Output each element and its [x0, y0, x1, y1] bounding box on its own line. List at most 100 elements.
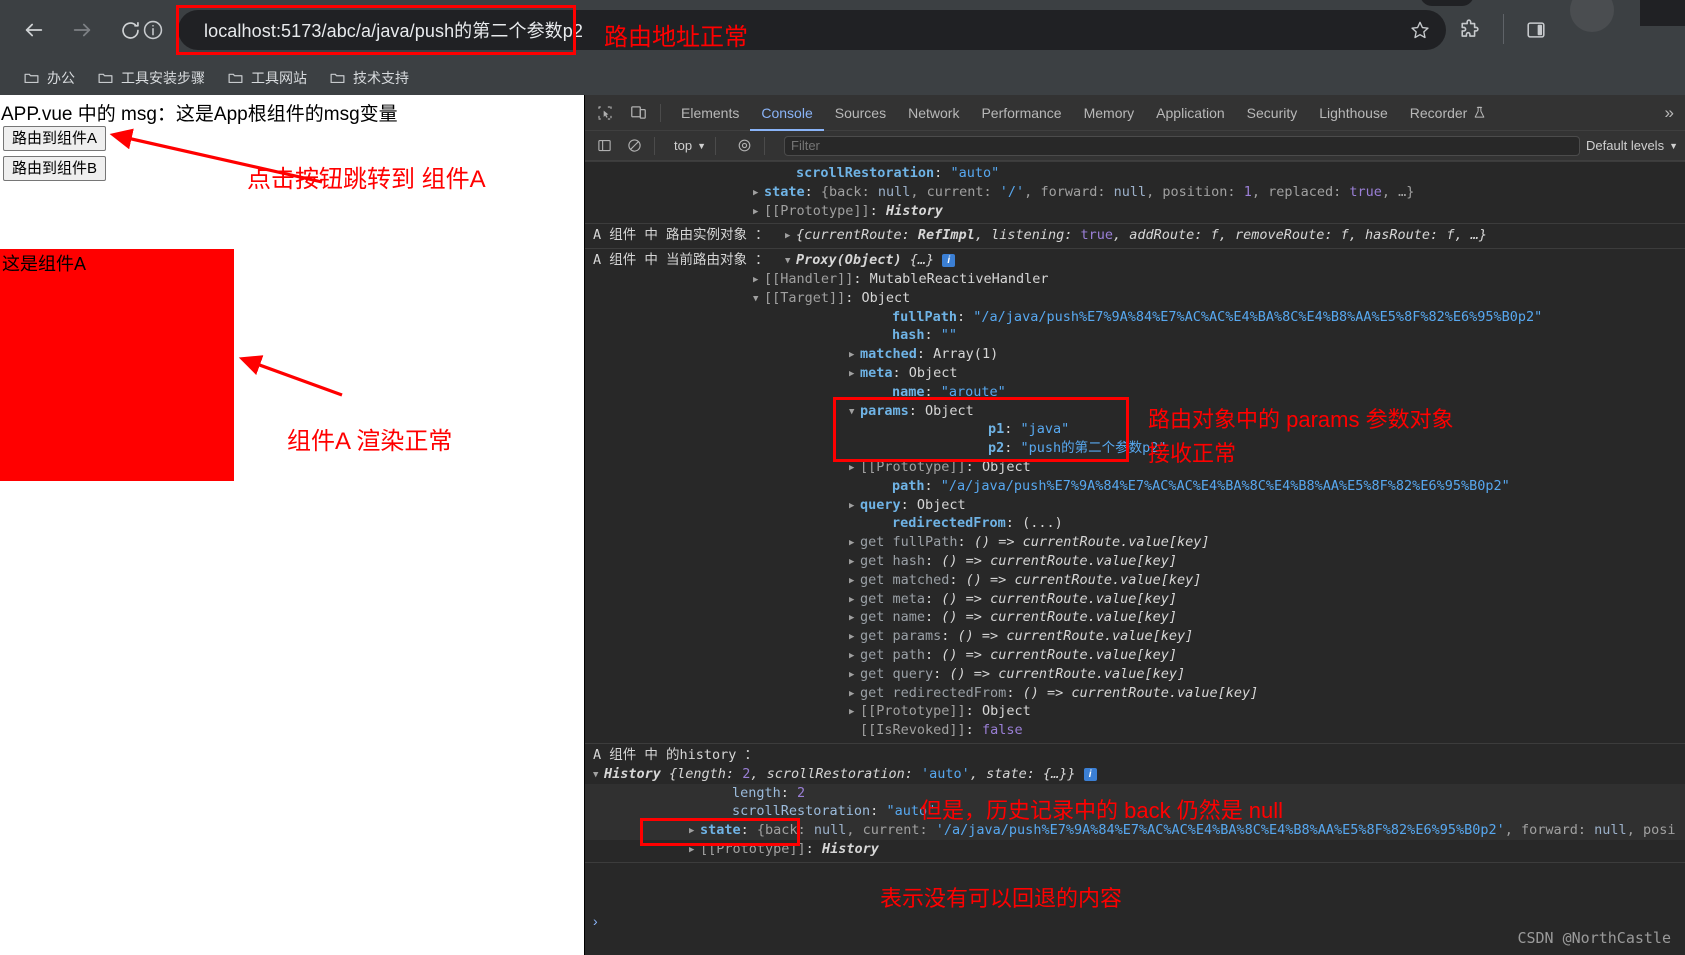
tab-security[interactable]: Security: [1236, 95, 1309, 131]
console-line[interactable]: get redirectedFrom: () => currentRoute.v…: [585, 684, 1685, 703]
collapse-triangle-icon[interactable]: [849, 647, 860, 666]
inspect-element-icon[interactable]: [592, 100, 618, 126]
console-line[interactable]: get fullPath: () => currentRoute.value[k…: [585, 533, 1685, 552]
console-line[interactable]: get hash: () => currentRoute.value[key]: [585, 552, 1685, 571]
console-line[interactable]: meta: Object: [585, 364, 1685, 383]
console-line[interactable]: [[Prototype]]: History: [585, 840, 1685, 859]
tab-elements[interactable]: Elements: [670, 95, 750, 131]
expand-triangle-icon[interactable]: [753, 290, 764, 309]
collapse-triangle-icon[interactable]: [849, 497, 860, 516]
execution-context-select[interactable]: top ▼: [674, 138, 706, 153]
collapse-triangle-icon[interactable]: [849, 572, 860, 591]
console-line[interactable]: p2: "push的第二个参数p2": [585, 439, 1685, 458]
console-line[interactable]: [[Handler]]: MutableReactiveHandler: [585, 270, 1685, 289]
console-line[interactable]: scrollRestoration: "auto": [585, 802, 1685, 822]
collapse-triangle-icon[interactable]: [689, 822, 700, 841]
console-line[interactable]: state: {back: null, current: '/', forwar…: [585, 183, 1685, 202]
tab-memory[interactable]: Memory: [1073, 95, 1146, 131]
collapse-triangle-icon[interactable]: [753, 271, 764, 290]
address-bar-text[interactable]: localhost:5173/abc/a/java/push的第二个参数p2: [204, 17, 583, 43]
collapse-triangle-icon[interactable]: [849, 459, 860, 478]
bookmark-item-1[interactable]: 工具安装步骤: [88, 65, 214, 91]
console-line[interactable]: get matched: () => currentRoute.value[ke…: [585, 571, 1685, 590]
log-levels-select[interactable]: Default levels ▼: [1586, 138, 1678, 153]
console-group[interactable]: A 组件 中 当前路由对象 ： Proxy(Object) {…} i [[Hand…: [585, 249, 1685, 744]
collapse-triangle-icon[interactable]: [849, 703, 860, 722]
device-toolbar-icon[interactable]: [625, 100, 651, 126]
console-group[interactable]: A 组件 中 的history ：History {length: 2, scr…: [585, 744, 1685, 863]
console-line[interactable]: fullPath: "/a/java/push%E7%9A%84%E7%AC%A…: [585, 308, 1685, 327]
clear-console-button[interactable]: [623, 135, 645, 157]
console-line[interactable]: state: {back: null, current: '/a/java/pu…: [585, 821, 1685, 840]
collapse-triangle-icon[interactable]: [849, 628, 860, 647]
console-line[interactable]: redirectedFrom: (...): [585, 514, 1685, 533]
console-line[interactable]: A 组件 中 路由实例对象 ： {currentRoute: RefImpl, l…: [585, 226, 1685, 245]
console-line[interactable]: query: Object: [585, 496, 1685, 515]
console-line[interactable]: get params: () => currentRoute.value[key…: [585, 627, 1685, 646]
console-token: :: [861, 183, 878, 200]
console-line[interactable]: A 组件 中 的history ：: [585, 746, 1685, 765]
tab-recorder[interactable]: Recorder: [1399, 95, 1498, 131]
console-line[interactable]: scrollRestoration: "auto": [585, 164, 1685, 183]
collapse-triangle-icon[interactable]: [849, 685, 860, 704]
collapse-triangle-icon[interactable]: [849, 609, 860, 628]
console-line[interactable]: name: "aroute": [585, 383, 1685, 402]
tab-console[interactable]: Console: [750, 95, 823, 131]
side-panel-button[interactable]: [1525, 19, 1547, 41]
console-line[interactable]: matched: Array(1): [585, 345, 1685, 364]
site-info-icon[interactable]: [142, 19, 164, 41]
console-filter-input[interactable]: [784, 135, 1581, 156]
console-line[interactable]: [[Prototype]]: History: [585, 202, 1685, 221]
console-line[interactable]: p1: "java": [585, 420, 1685, 439]
collapse-triangle-icon[interactable]: [849, 591, 860, 610]
expand-triangle-icon[interactable]: [785, 252, 796, 271]
collapse-triangle-icon[interactable]: [785, 227, 796, 246]
expand-triangle-icon[interactable]: [849, 403, 860, 422]
console-line[interactable]: path: "/a/java/push%E7%9A%84%E7%AC%AC%E4…: [585, 477, 1685, 496]
console-group[interactable]: A 组件 中 路由实例对象 ： {currentRoute: RefImpl, l…: [585, 224, 1685, 250]
bookmark-item-3[interactable]: 技术支持: [320, 65, 418, 91]
console-prompt[interactable]: ›: [585, 913, 598, 929]
console-line[interactable]: A 组件 中 当前路由对象 ： Proxy(Object) {…} i: [585, 251, 1685, 270]
console-line[interactable]: params: Object: [585, 402, 1685, 421]
expand-triangle-icon[interactable]: [593, 766, 604, 785]
tab-application[interactable]: Application: [1145, 95, 1236, 131]
collapse-triangle-icon[interactable]: [849, 365, 860, 384]
bookmark-item-2[interactable]: 工具网站: [218, 65, 316, 91]
console-line[interactable]: [[Prototype]]: Object: [585, 458, 1685, 477]
extensions-button[interactable]: [1458, 19, 1480, 41]
console-line[interactable]: get name: () => currentRoute.value[key]: [585, 608, 1685, 627]
forward-button[interactable]: [62, 10, 102, 50]
back-button[interactable]: [14, 10, 54, 50]
console-line[interactable]: [[Target]]: Object: [585, 289, 1685, 308]
collapse-triangle-icon[interactable]: [849, 346, 860, 365]
tab-lighthouse[interactable]: Lighthouse: [1308, 95, 1399, 131]
console-token: [[Prototype]]: [860, 458, 966, 475]
bookmark-star-icon[interactable]: [1410, 20, 1430, 40]
collapse-triangle-icon[interactable]: [849, 666, 860, 685]
tab-performance[interactable]: Performance: [970, 95, 1072, 131]
console-line[interactable]: [[Prototype]]: Object: [585, 702, 1685, 721]
console-group[interactable]: scrollRestoration: "auto"state: {back: n…: [585, 161, 1685, 225]
console-line[interactable]: length: 2: [585, 783, 1685, 803]
console-line[interactable]: hash: "": [585, 326, 1685, 345]
console-line[interactable]: get meta: () => currentRoute.value[key]: [585, 590, 1685, 609]
route-to-component-a-button[interactable]: 路由到组件A: [3, 126, 107, 152]
console-output[interactable]: scrollRestoration: "auto"state: {back: n…: [585, 161, 1685, 955]
console-sidebar-toggle[interactable]: [593, 135, 615, 157]
route-to-component-b-button[interactable]: 路由到组件B: [3, 156, 107, 182]
collapse-triangle-icon[interactable]: [689, 841, 700, 860]
collapse-triangle-icon[interactable]: [849, 534, 860, 553]
collapse-triangle-icon[interactable]: [753, 203, 764, 222]
tab-sources[interactable]: Sources: [824, 95, 897, 131]
console-line[interactable]: [[IsRevoked]]: false: [585, 721, 1685, 740]
more-tabs-button[interactable]: »: [1657, 103, 1682, 123]
collapse-triangle-icon[interactable]: [849, 553, 860, 572]
console-line[interactable]: History {length: 2, scrollRestoration: '…: [585, 765, 1685, 784]
live-expression-button[interactable]: [733, 135, 755, 157]
tab-network[interactable]: Network: [897, 95, 970, 131]
bookmark-item-0[interactable]: 办公: [14, 65, 84, 91]
collapse-triangle-icon[interactable]: [753, 184, 764, 203]
console-line[interactable]: get query: () => currentRoute.value[key]: [585, 665, 1685, 684]
console-line[interactable]: get path: () => currentRoute.value[key]: [585, 646, 1685, 665]
